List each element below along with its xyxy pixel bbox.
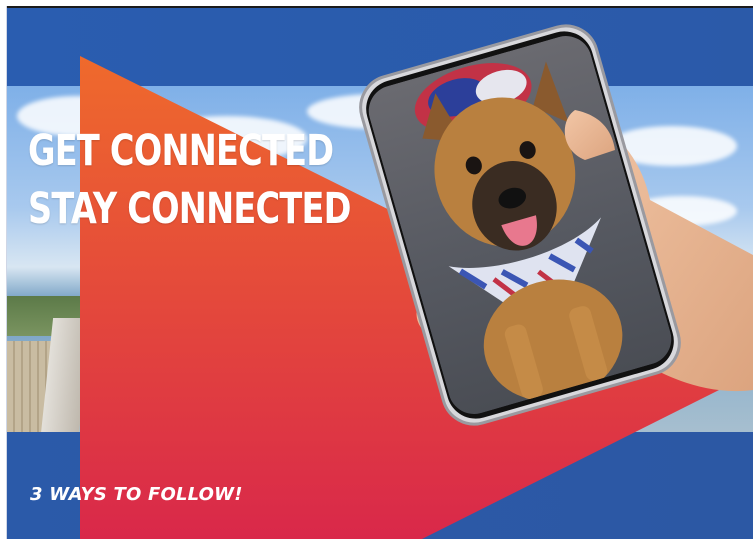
tagline: 3 WAYS TO FOLLOW! xyxy=(30,484,243,505)
smartphone-icon xyxy=(359,24,681,426)
left-border xyxy=(6,6,7,539)
hand-holding-phone xyxy=(359,24,753,426)
headline-line-1: GET CONNECTED xyxy=(28,126,334,176)
social-banner: GET CONNECTED STAY CONNECTED 3 WAYS TO F… xyxy=(0,0,753,539)
headline-line-2: STAY CONNECTED xyxy=(28,184,351,234)
top-border xyxy=(6,6,753,8)
headline: GET CONNECTED STAY CONNECTED xyxy=(28,122,351,238)
